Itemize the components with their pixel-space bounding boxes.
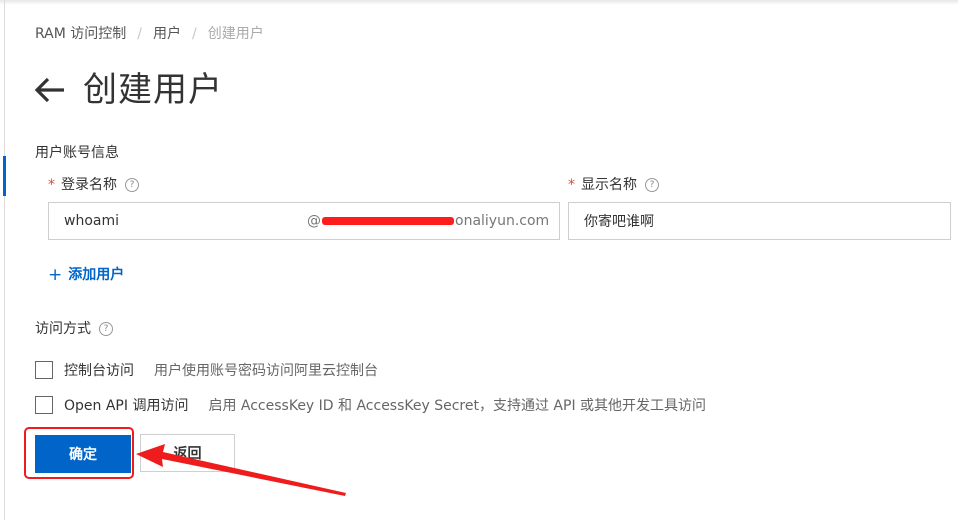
add-user-link[interactable]: + 添加用户 [48,265,124,285]
add-user-label: 添加用户 [68,267,125,283]
login-name-label: * 登录名称 ? [48,175,139,195]
display-name-label: * 显示名称 ? [568,175,659,195]
back-button[interactable]: 返回 [140,434,235,472]
login-name-field: @ onaliyun.com [48,202,560,240]
page-title: 创建用户 [83,70,223,110]
domain-text: onaliyun.com [455,213,550,229]
display-name-label-text: 显示名称 [581,177,637,193]
left-accent-bar [3,156,6,196]
help-icon[interactable]: ? [125,178,139,192]
arrow-left-icon[interactable] [33,75,67,105]
create-user-page: RAM 访问控制 / 用户 / 创建用户 创建用户 用户账号信息 * 登录名称 … [0,0,958,520]
console-access-checkbox[interactable] [35,361,53,379]
access-method-title: 访问方式 [35,321,91,337]
breadcrumb-item-ram[interactable]: RAM 访问控制 [35,24,126,44]
section-title-account-info: 用户账号信息 [35,145,119,161]
domain-suffix: @ onaliyun.com [307,203,549,239]
domain-at: @ [307,213,321,229]
breadcrumb: RAM 访问控制 / 用户 / 创建用户 [35,24,264,44]
title-row: 创建用户 [33,68,223,112]
api-access-label[interactable]: Open API 调用访问 [64,395,188,415]
login-name-label-text: 登录名称 [61,177,117,193]
help-icon[interactable]: ? [99,322,113,336]
login-name-input[interactable] [49,203,314,239]
breadcrumb-item-users[interactable]: 用户 [153,24,181,44]
display-name-field [568,202,951,240]
display-name-input[interactable] [569,203,950,239]
confirm-button[interactable]: 确定 [35,435,131,473]
breadcrumb-current: 创建用户 [207,26,264,42]
required-mark: * [48,177,55,193]
api-access-checkbox[interactable] [35,396,53,414]
help-icon[interactable]: ? [645,178,659,192]
required-mark: * [568,177,575,193]
api-access-desc: 启用 AccessKey ID 和 AccessKey Secret，支持通过 … [208,398,707,414]
option-console-access: 控制台访问 用户使用账号密码访问阿里云控制台 [35,360,378,380]
top-shadow [0,0,958,5]
console-access-label[interactable]: 控制台访问 [64,360,134,380]
console-access-desc: 用户使用账号密码访问阿里云控制台 [154,363,378,379]
left-border [4,0,5,520]
access-method-label: 访问方式 ? [35,319,113,339]
plus-icon: + [48,265,63,285]
breadcrumb-separator: / [192,26,197,42]
redaction-mark [322,217,454,225]
breadcrumb-separator: / [137,26,142,42]
option-api-access: Open API 调用访问 启用 AccessKey ID 和 AccessKe… [35,395,706,415]
